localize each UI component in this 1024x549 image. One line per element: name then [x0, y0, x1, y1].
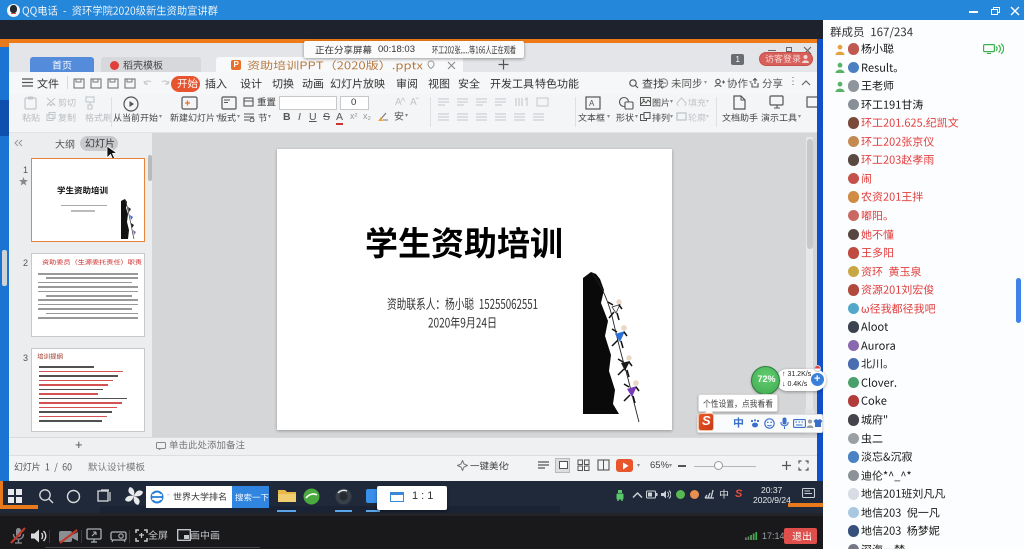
svg-text:A: A: [589, 99, 595, 108]
